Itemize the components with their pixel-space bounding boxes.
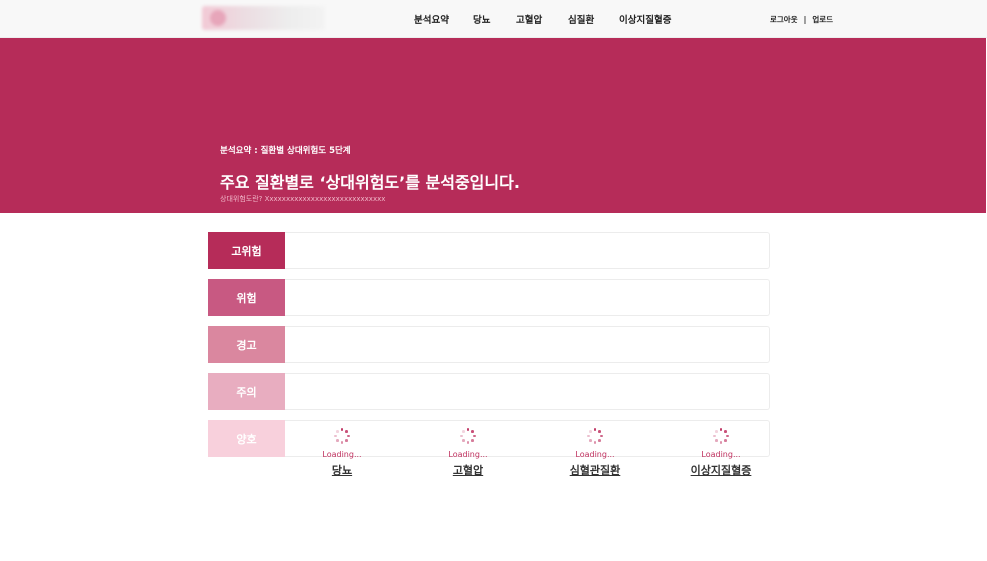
spinner-dot xyxy=(598,430,601,433)
disease-link-dyslipidemia[interactable]: 이상지질혈증 xyxy=(691,462,752,478)
logo[interactable] xyxy=(202,6,325,30)
spinner-dot xyxy=(713,434,716,438)
loading-text: Loading... xyxy=(448,450,488,459)
spinner-dot xyxy=(593,441,597,444)
spinner-dot xyxy=(345,430,348,433)
logout-link[interactable]: 로그아웃 xyxy=(770,15,798,24)
spinner-dot xyxy=(345,439,348,442)
risk-label-risk: 위험 xyxy=(208,279,285,316)
risk-content-warning xyxy=(285,326,770,363)
menu-item-diabetes[interactable]: 당뇨 xyxy=(473,12,490,26)
spinner-dot xyxy=(724,439,727,442)
disease-link-cardiovascular[interactable]: 심혈관질환 xyxy=(570,462,621,478)
spinner-dot xyxy=(715,439,718,442)
spinner-dot xyxy=(473,434,476,438)
spinner-dot xyxy=(462,430,465,433)
spinner-dot xyxy=(589,430,592,433)
upload-link[interactable]: 업로드 xyxy=(812,15,833,24)
spinner-dot xyxy=(600,434,603,438)
spinner-dot xyxy=(347,434,350,438)
menu-item-dyslipidemia[interactable]: 이상지질혈증 xyxy=(619,12,671,26)
top-navigation-bar: 분석요약 당뇨 고혈압 심질환 이상지질혈증 로그아웃 | 업로드 xyxy=(0,0,987,38)
loader-hypertension: Loading... 고혈압 xyxy=(418,428,518,478)
spinner-dot xyxy=(462,439,465,442)
disease-link-diabetes[interactable]: 당뇨 xyxy=(332,462,352,478)
account-links: 로그아웃 | 업로드 xyxy=(770,14,833,25)
loader-cardiovascular: Loading... 심혈관질환 xyxy=(545,428,645,478)
spinner-dot xyxy=(336,430,339,433)
loading-spinner-icon xyxy=(460,428,476,444)
spinner-dot xyxy=(466,428,470,431)
risk-row-high-risk: 고위험 xyxy=(208,232,770,269)
risk-label-warning: 경고 xyxy=(208,326,285,363)
spinner-dot xyxy=(719,428,723,431)
loading-text: Loading... xyxy=(575,450,615,459)
hero-subtitle: 분석요약 : 질환별 상대위험도 5단계 xyxy=(220,146,351,156)
risk-content-high-risk xyxy=(285,232,770,269)
hero-banner: 분석요약 : 질환별 상대위험도 5단계 주요 질환별로 ‘상대위험도’를 분석… xyxy=(0,38,986,213)
loading-spinner-icon xyxy=(587,428,603,444)
spinner-dot xyxy=(593,428,597,431)
disease-link-hypertension[interactable]: 고혈압 xyxy=(453,462,483,478)
risk-content-caution xyxy=(285,373,770,410)
loader-diabetes: Loading... 당뇨 xyxy=(292,428,392,478)
spinner-dot xyxy=(466,441,470,444)
spinner-dot xyxy=(598,439,601,442)
spinner-dot xyxy=(340,441,344,444)
spinner-dot xyxy=(336,439,339,442)
loading-text: Loading... xyxy=(701,450,741,459)
risk-row-warning: 경고 xyxy=(208,326,770,363)
risk-label-caution: 주의 xyxy=(208,373,285,410)
risk-row-risk: 위험 xyxy=(208,279,770,316)
spinner-dot xyxy=(340,428,344,431)
menu-item-heart-disease[interactable]: 심질환 xyxy=(568,12,594,26)
loading-spinner-icon xyxy=(713,428,729,444)
hero-title: 주요 질환별로 ‘상대위험도’를 분석중입니다. xyxy=(220,173,520,192)
loader-dyslipidemia: Loading... 이상지질혈증 xyxy=(671,428,771,478)
loading-spinner-icon xyxy=(334,428,350,444)
hero-note-link[interactable]: 상대위험도란? Xxxxxxxxxxxxxxxxxxxxxxxxxxxxx xyxy=(220,194,385,204)
risk-label-high-risk: 고위험 xyxy=(208,232,285,269)
spinner-dot xyxy=(589,439,592,442)
spinner-dot xyxy=(471,430,474,433)
spinner-dot xyxy=(471,439,474,442)
risk-row-caution: 주의 xyxy=(208,373,770,410)
logo-mark-icon xyxy=(210,10,226,26)
risk-label-good: 양호 xyxy=(208,420,285,457)
spinner-dot xyxy=(724,430,727,433)
menu-item-analysis-summary[interactable]: 분석요약 xyxy=(414,12,449,26)
spinner-dot xyxy=(460,434,463,438)
spinner-dot xyxy=(726,434,729,438)
spinner-dot xyxy=(587,434,590,438)
spinner-dot xyxy=(719,441,723,444)
nav-separator: | xyxy=(803,15,807,24)
spinner-dot xyxy=(334,434,337,438)
menu-item-hypertension[interactable]: 고혈압 xyxy=(516,12,542,26)
loading-text: Loading... xyxy=(322,450,362,459)
risk-content-risk xyxy=(285,279,770,316)
spinner-dot xyxy=(715,430,718,433)
